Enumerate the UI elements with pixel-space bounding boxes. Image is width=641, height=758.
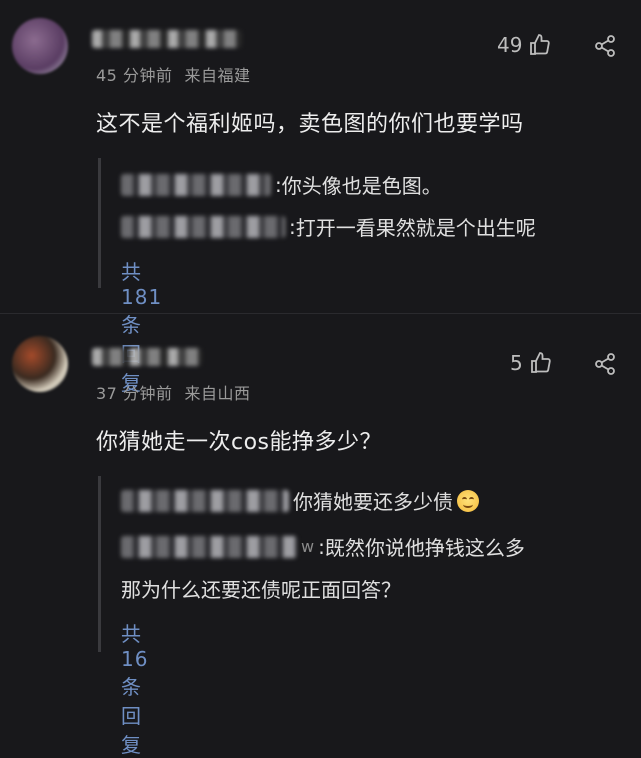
comment-text: 你猜她走一次cos能挣多少？ <box>96 430 383 455</box>
comment-2: 37 分钟前 来自山西 5 你猜她走一次cos能挣多少？ 你猜她要还多少债 w: … <box>0 314 641 757</box>
like-count: 49 <box>497 33 523 57</box>
reply-text: 你猜她要还多少债 <box>293 490 453 514</box>
reply-author-redacted <box>121 173 271 196</box>
reply-item[interactable]: : 你头像也是色图。 <box>121 170 442 199</box>
thumbs-up-icon <box>530 352 551 373</box>
reply-author-redacted <box>121 535 297 558</box>
reply-colon: : <box>289 214 296 239</box>
comment-text: 这不是个福利姬吗，卖色图的你们也要学吗 <box>96 112 524 137</box>
comment-time: 37 分钟前 <box>96 384 173 403</box>
username-redacted[interactable] <box>92 30 242 48</box>
thumbs-up-icon <box>530 34 551 55</box>
share-icon[interactable] <box>593 34 617 58</box>
reply-author-redacted <box>121 215 285 238</box>
share-icon[interactable] <box>593 352 617 376</box>
reply-text-continued: 那为什么还要还债呢正面回答？ <box>121 578 401 602</box>
reply-item[interactable]: : 打开一看果然就是个出生呢 <box>121 212 536 241</box>
comment-meta: 45 分钟前 来自福建 <box>96 62 262 86</box>
reply-author-redacted <box>121 489 289 512</box>
reply-thread: : 你头像也是色图。 : 打开一看果然就是个出生呢 共181条回复 <box>98 158 536 395</box>
avatar[interactable] <box>12 18 68 74</box>
username-redacted[interactable] <box>92 348 202 366</box>
reply-colon: : <box>318 534 325 559</box>
reply-text: 你头像也是色图。 <box>281 174 442 198</box>
reply-colon: : <box>275 172 282 197</box>
comment-location: 来自福建 <box>184 66 251 85</box>
comment-time: 45 分钟前 <box>96 66 173 85</box>
comment-location: 来自山西 <box>184 384 251 403</box>
avatar[interactable] <box>12 336 68 392</box>
comment-meta: 37 分钟前 来自山西 <box>96 380 262 404</box>
reply-text: 既然你说他挣钱这么多 <box>324 536 525 560</box>
reply-text: 打开一看果然就是个出生呢 <box>295 216 536 240</box>
reply-item[interactable]: w: 既然你说他挣钱这么多 <box>121 532 525 561</box>
reply-thread: 你猜她要还多少债 w: 既然你说他挣钱这么多 那为什么还要还债呢正面回答？ 共1… <box>98 476 525 757</box>
comment-1: 45 分钟前 来自福建 49 这不是个福利姬吗，卖色图的你们也要学吗 : 你头像也… <box>0 0 641 395</box>
smiling-face-emoji <box>457 489 479 512</box>
like-button[interactable]: 49 <box>497 33 552 57</box>
reply-author-suffix: w <box>301 537 315 556</box>
like-button[interactable]: 5 <box>510 351 553 375</box>
view-more-replies-link[interactable]: 共16条回复 <box>121 618 148 758</box>
reply-item[interactable]: 你猜她要还多少债 <box>121 486 479 515</box>
like-count: 5 <box>510 351 523 375</box>
